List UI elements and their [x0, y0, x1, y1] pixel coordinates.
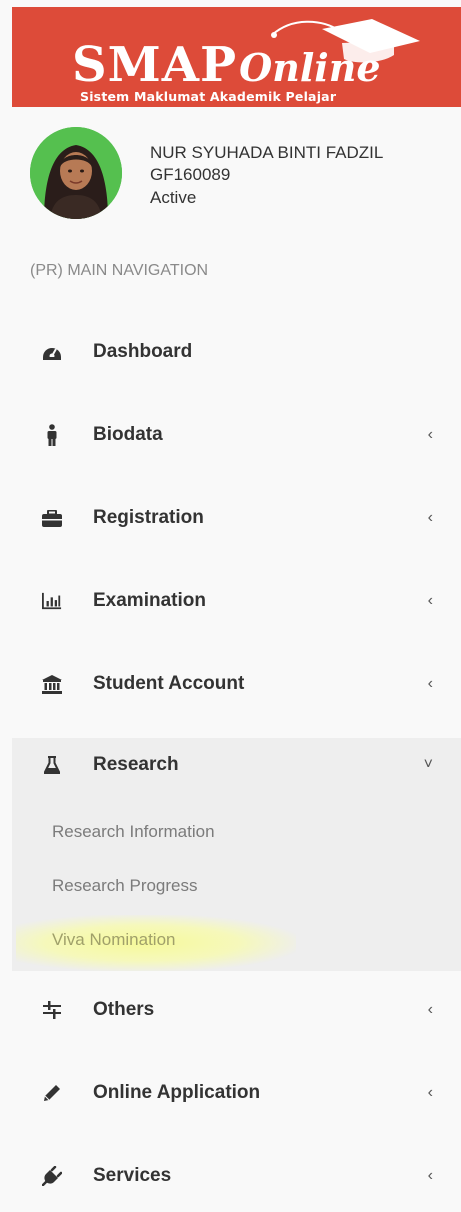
- male-icon: [42, 424, 62, 446]
- menu-item-label: Student Account: [93, 673, 245, 694]
- sidebar: SMAPOnline Sistem Maklumat Akademik Pela…: [0, 0, 461, 1212]
- menu-item-online-application[interactable]: Online Application ‹: [12, 1063, 461, 1123]
- menu-item-services[interactable]: Services ‹: [12, 1146, 461, 1206]
- plug-icon: [42, 1166, 62, 1186]
- menu-item-label: Biodata: [93, 424, 163, 445]
- menu-item-others[interactable]: Others ‹: [12, 980, 461, 1040]
- submenu-research-information[interactable]: Research Information: [52, 822, 215, 842]
- menu-item-label: Services: [93, 1165, 172, 1186]
- sliders-icon: [42, 1000, 62, 1020]
- menu-item-label: Examination: [93, 590, 206, 611]
- briefcase-icon: [42, 508, 62, 528]
- chevron-left-icon: ‹: [427, 1084, 433, 1101]
- chevron-left-icon: ‹: [427, 675, 433, 692]
- flask-icon: [42, 755, 62, 775]
- menu-item-examination[interactable]: Examination ‹: [12, 571, 461, 631]
- logo-title-main: SMAP: [72, 37, 238, 93]
- submenu-research-progress[interactable]: Research Progress: [52, 876, 198, 896]
- menu-item-registration[interactable]: Registration ‹: [12, 488, 461, 548]
- bar-chart-icon: [42, 591, 62, 611]
- chevron-left-icon: ‹: [427, 509, 433, 526]
- bank-icon: [42, 674, 62, 694]
- submenu-viva-nomination[interactable]: Viva Nomination: [52, 930, 175, 950]
- logo-title-script: Online: [239, 45, 381, 90]
- menu-item-label: Others: [93, 999, 155, 1020]
- menu-item-biodata[interactable]: Biodata ‹: [12, 405, 461, 465]
- menu-item-label: Research: [93, 754, 179, 775]
- chevron-left-icon: ‹: [427, 592, 433, 609]
- chevron-left-icon: ‹: [427, 1167, 433, 1184]
- menu-item-student-account[interactable]: Student Account ‹: [12, 654, 461, 714]
- menu-item-dashboard[interactable]: Dashboard: [12, 322, 461, 382]
- user-avatar-image: [30, 127, 122, 219]
- logo-subtitle: Sistem Maklumat Akademik Pelajar: [80, 89, 337, 104]
- logo[interactable]: SMAPOnline Sistem Maklumat Akademik Pela…: [12, 7, 461, 107]
- menu-item-research[interactable]: Research ˅: [12, 735, 461, 795]
- menu-item-label: Registration: [93, 507, 204, 528]
- dashboard-icon: [42, 342, 62, 362]
- chevron-left-icon: ‹: [427, 1001, 433, 1018]
- user-status: Active: [150, 188, 197, 207]
- avatar[interactable]: [30, 127, 122, 219]
- menu-item-label: Online Application: [93, 1082, 261, 1103]
- pencil-icon: [42, 1083, 62, 1103]
- user-name: NUR SYUHADA BINTI FADZIL: [150, 143, 384, 162]
- menu-item-label: Dashboard: [93, 341, 193, 362]
- logo-title: SMAPOnline: [72, 41, 381, 89]
- chevron-down-icon: ˅: [423, 756, 433, 773]
- chevron-left-icon: ‹: [427, 426, 433, 443]
- user-id: GF160089: [150, 165, 231, 184]
- nav-header: (PR) MAIN NAVIGATION: [30, 262, 209, 279]
